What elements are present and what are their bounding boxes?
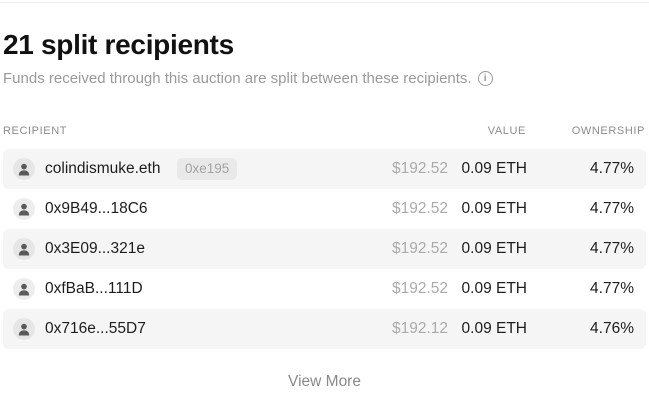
- recipient-row[interactable]: 0xfBaB...111D $192.52 0.09 ETH 4.77%: [3, 269, 646, 309]
- value-eth: 0.09 ETH: [461, 320, 527, 337]
- ownership-percent: 4.77%: [590, 280, 634, 297]
- column-header-recipient: RECIPIENT: [3, 125, 68, 137]
- value-eth: 0.09 ETH: [461, 240, 527, 257]
- ownership-percent: 4.77%: [590, 160, 634, 177]
- value-eth: 0.09 ETH: [461, 200, 527, 217]
- ownership-percent: 4.77%: [590, 240, 634, 257]
- value-usd: $192.52: [391, 160, 448, 177]
- subtitle-line: Funds received through this auction are …: [3, 70, 493, 87]
- info-icon[interactable]: i: [477, 71, 493, 86]
- value-usd: $192.52: [391, 200, 448, 217]
- value-eth: 0.09 ETH: [461, 280, 527, 297]
- recipient-name[interactable]: colindismuke.eth: [45, 160, 160, 178]
- recipient-row[interactable]: 0x716e...55D7 $192.12 0.09 ETH 4.76%: [3, 309, 646, 349]
- recipient-name[interactable]: 0xfBaB...111D: [45, 280, 143, 298]
- recipient-name[interactable]: 0x9B49...18C6: [45, 200, 148, 218]
- recipient-row[interactable]: 0x3E09...321e $192.52 0.09 ETH 4.77%: [3, 229, 646, 269]
- top-divider: [0, 2, 649, 3]
- value-usd: $192.52: [391, 280, 448, 297]
- user-icon: [13, 238, 35, 260]
- user-icon: [13, 158, 35, 180]
- page-title: 21 split recipients: [3, 29, 234, 60]
- user-icon: [13, 318, 35, 340]
- recipient-name[interactable]: 0x3E09...321e: [45, 240, 145, 258]
- value-usd: $192.52: [391, 240, 448, 257]
- ownership-percent: 4.76%: [590, 320, 634, 337]
- view-more-button[interactable]: View More: [0, 373, 649, 391]
- column-header-value: VALUE: [487, 125, 526, 137]
- recipient-name[interactable]: 0x716e...55D7: [45, 320, 146, 338]
- subtitle-text: Funds received through this auction are …: [3, 70, 472, 87]
- recipient-row[interactable]: 0x9B49...18C6 $192.52 0.09 ETH 4.77%: [3, 189, 646, 229]
- value-eth: 0.09 ETH: [461, 160, 527, 177]
- table-header: RECIPIENT VALUE OWNERSHIP: [0, 125, 649, 139]
- user-icon: [13, 278, 35, 300]
- user-icon: [13, 198, 35, 220]
- address-badge[interactable]: 0xe195: [177, 158, 238, 180]
- ownership-percent: 4.77%: [590, 200, 634, 217]
- recipient-list: colindismuke.eth 0xe195 $192.52 0.09 ETH…: [3, 149, 646, 349]
- column-header-ownership: OWNERSHIP: [571, 125, 645, 137]
- value-usd: $192.12: [391, 320, 448, 337]
- recipient-row[interactable]: colindismuke.eth 0xe195 $192.52 0.09 ETH…: [3, 149, 646, 189]
